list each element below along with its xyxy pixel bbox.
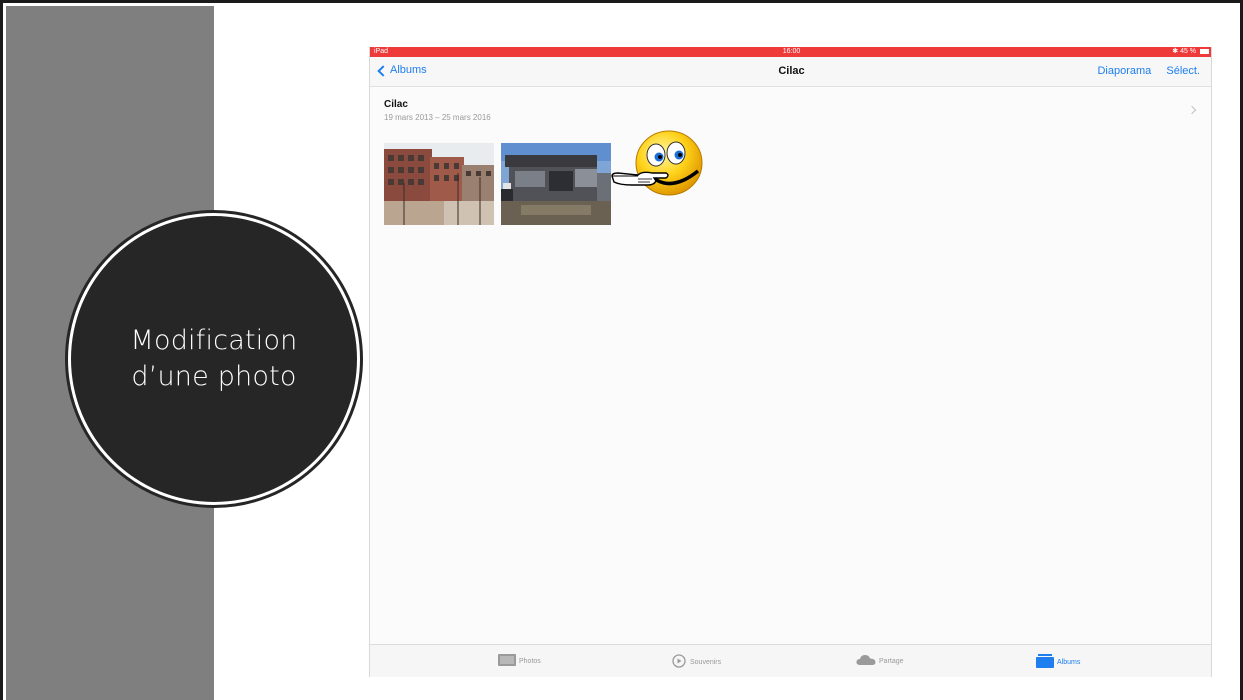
tab-memories[interactable]: Souvenirs	[671, 654, 721, 670]
slide-title-line2: d’une photo	[131, 361, 297, 392]
tab-albums[interactable]: Albums	[1036, 654, 1080, 670]
album-name: Cilac	[384, 99, 408, 110]
battery-label: 45 %	[1180, 48, 1197, 55]
title-circle: Modification d’une photo	[71, 216, 357, 502]
chevron-right-icon	[1187, 105, 1197, 115]
tab-photos-label: Photos	[519, 657, 541, 665]
battery-indicator: ✱ 45 %	[1172, 47, 1209, 57]
cloud-icon	[856, 654, 876, 668]
status-time: 16:00	[782, 48, 801, 55]
tab-shared-label: Partage	[879, 657, 904, 665]
photo-thumbnail-brick-buildings	[384, 143, 494, 225]
battery-icon	[1200, 48, 1209, 54]
photo-thumbnail[interactable]	[384, 143, 494, 225]
status-bar: iPad 16:00 ✱ 45 %	[370, 47, 1211, 57]
memories-icon	[671, 654, 687, 670]
select-button[interactable]: Sélect.	[1166, 65, 1200, 77]
tab-shared[interactable]: Partage	[856, 654, 904, 668]
tab-bar: Photos Souvenirs Partage Albums	[370, 644, 1211, 677]
slide: Modification d’une photo iPad 16:00 ✱ 45…	[0, 0, 1243, 700]
tab-albums-label: Albums	[1057, 658, 1081, 666]
album-dates: 19 mars 2013 – 25 mars 2016	[384, 113, 491, 122]
ipad-screenshot: iPad 16:00 ✱ 45 % Albums Cilac Diaporama…	[369, 47, 1212, 677]
photos-icon	[498, 654, 516, 668]
tab-photos[interactable]: Photos	[498, 654, 541, 668]
pointing-smiley-icon	[608, 129, 708, 210]
slide-title-line1: Modification	[130, 325, 298, 356]
slide-title: Modification d’une photo	[131, 323, 298, 395]
tab-memories-label: Souvenirs	[690, 658, 722, 666]
slideshow-button[interactable]: Diaporama	[1097, 65, 1151, 77]
bluetooth-icon: ✱	[1172, 48, 1181, 55]
navigation-bar: Albums Cilac Diaporama Sélect.	[370, 57, 1211, 87]
photo-thumbnail[interactable]	[501, 143, 611, 225]
photo-thumbnail-modern-building	[501, 143, 611, 225]
nav-actions: Diaporama Sélect.	[1085, 65, 1200, 77]
album-header[interactable]: Cilac 19 mars 2013 – 25 mars 2016	[384, 99, 491, 122]
albums-icon	[1036, 654, 1054, 670]
